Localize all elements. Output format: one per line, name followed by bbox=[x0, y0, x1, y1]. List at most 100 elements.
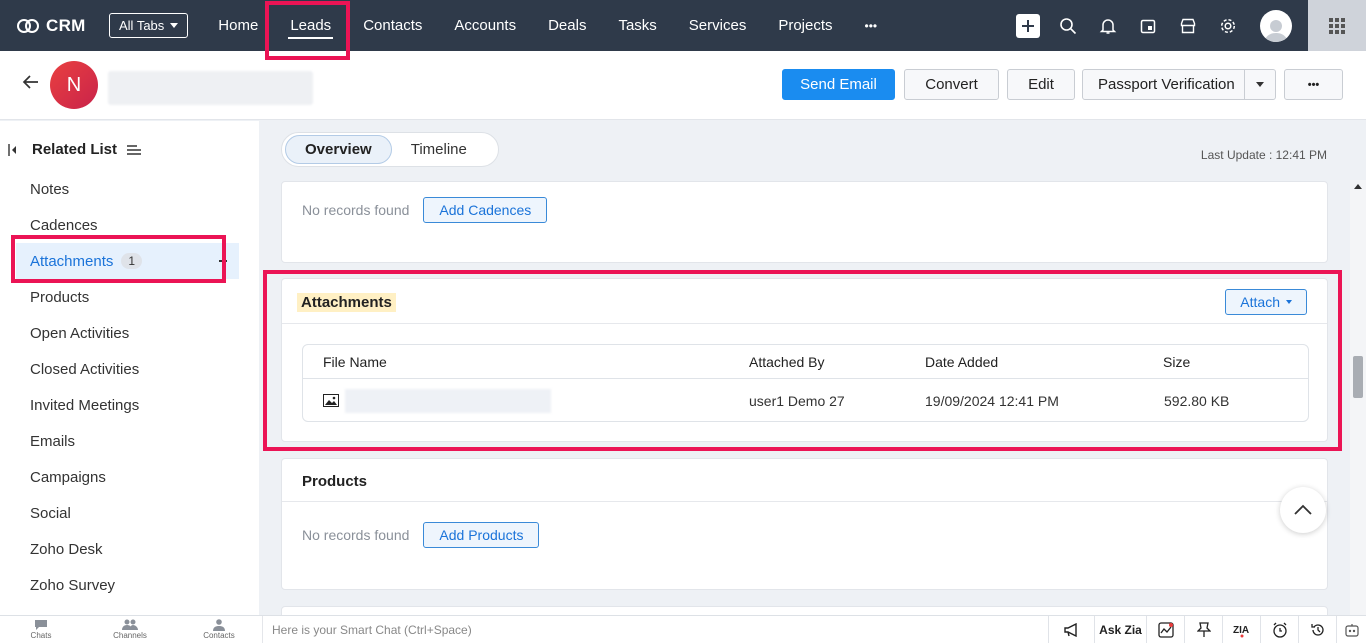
record-main-content: Overview Timeline Last Update : 12:41 PM… bbox=[259, 121, 1350, 626]
store-icon bbox=[1180, 18, 1196, 33]
tab-deals[interactable]: Deals bbox=[532, 0, 602, 51]
cadences-empty-state: No records found Add Cadences bbox=[302, 197, 548, 223]
chats-button[interactable]: Chats bbox=[16, 619, 66, 640]
column-file-name[interactable]: File Name bbox=[323, 345, 387, 378]
sidebar-item-cadences[interactable]: Cadences bbox=[0, 207, 259, 243]
attach-dropdown-button[interactable]: Attach bbox=[1225, 289, 1307, 315]
crm-logo[interactable]: CRM bbox=[16, 16, 106, 36]
app-name: CRM bbox=[46, 15, 86, 35]
all-tabs-label: All Tabs bbox=[119, 18, 165, 33]
apps-grid-button[interactable] bbox=[1308, 0, 1366, 51]
recent-items-button[interactable] bbox=[1298, 616, 1336, 643]
column-date-added[interactable]: Date Added bbox=[925, 345, 998, 378]
last-update-text: Last Update : 12:41 PM bbox=[1200, 148, 1327, 162]
chats-label: Chats bbox=[30, 631, 52, 640]
pin-button[interactable] bbox=[1184, 616, 1222, 643]
add-cadences-button[interactable]: Add Cadences bbox=[423, 197, 548, 223]
record-header: N Send Email Convert Edit Passport Verif… bbox=[0, 51, 1366, 120]
bottom-tools: Ask Zia ZIA bbox=[1048, 616, 1366, 643]
user-icon bbox=[1264, 19, 1288, 42]
smart-chat-input[interactable]: Here is your Smart Chat (Ctrl+Space) bbox=[262, 616, 982, 643]
tab-leads[interactable]: Leads bbox=[274, 0, 347, 51]
column-size[interactable]: Size bbox=[1163, 345, 1190, 378]
file-name-redacted[interactable] bbox=[345, 388, 551, 413]
more-actions-button[interactable]: ••• bbox=[1284, 69, 1343, 100]
sidebar-item-invited-meetings[interactable]: Invited Meetings bbox=[0, 387, 259, 423]
tab-services[interactable]: Services bbox=[673, 0, 763, 51]
sidebar-item-products[interactable]: Products bbox=[0, 279, 259, 315]
grid-icon bbox=[1329, 17, 1345, 34]
chevron-down-icon bbox=[1286, 300, 1292, 304]
edit-button[interactable]: Edit bbox=[1007, 69, 1075, 100]
attachments-table: File Name Attached By Date Added Size us… bbox=[302, 344, 1309, 422]
create-button[interactable] bbox=[1008, 0, 1048, 51]
reminders-button[interactable] bbox=[1260, 616, 1298, 643]
megaphone-icon bbox=[1063, 623, 1077, 637]
add-products-button[interactable]: Add Products bbox=[423, 522, 540, 548]
plus-icon bbox=[1016, 13, 1040, 38]
ask-zia-button[interactable]: Ask Zia bbox=[1094, 616, 1146, 643]
zia-icon: ZIA bbox=[1233, 625, 1249, 638]
marketplace-button[interactable] bbox=[1168, 0, 1208, 51]
tab-contacts[interactable]: Contacts bbox=[347, 0, 438, 51]
sidebar-item-zoho-desk[interactable]: Zoho Desk bbox=[0, 531, 259, 567]
alarm-clock-icon bbox=[1272, 622, 1287, 638]
scroll-up-arrow-icon[interactable] bbox=[1354, 184, 1362, 189]
view-switcher: Overview Timeline bbox=[281, 132, 499, 167]
all-tabs-dropdown[interactable]: All Tabs bbox=[109, 13, 189, 38]
main-scrollbar[interactable] bbox=[1350, 180, 1366, 615]
calendar-button[interactable] bbox=[1128, 0, 1168, 51]
contacts-label: Contacts bbox=[203, 631, 235, 640]
search-button[interactable] bbox=[1048, 0, 1088, 51]
passport-verification-button[interactable]: Passport Verification bbox=[1082, 69, 1276, 100]
sidebar-item-social[interactable]: Social bbox=[0, 495, 259, 531]
table-row[interactable]: user1 Demo 27 19/09/2024 12:41 PM 592.80… bbox=[303, 379, 1308, 422]
channels-button[interactable]: Channels bbox=[105, 619, 155, 640]
related-list-header: Related List bbox=[8, 141, 142, 158]
tab-tasks[interactable]: Tasks bbox=[602, 0, 672, 51]
user-avatar[interactable] bbox=[1260, 9, 1292, 42]
sort-list-icon[interactable] bbox=[127, 144, 142, 156]
collapse-sidebar-icon[interactable] bbox=[8, 143, 18, 157]
sidebar-item-closed-activities[interactable]: Closed Activities bbox=[0, 351, 259, 387]
back-button[interactable] bbox=[22, 73, 40, 94]
related-list-title: Related List bbox=[32, 141, 118, 158]
size-cell: 592.80 KB bbox=[1164, 392, 1230, 409]
scroll-thumb[interactable] bbox=[1353, 356, 1363, 398]
nav-actions bbox=[1008, 0, 1366, 51]
scroll-to-top-button[interactable] bbox=[1280, 487, 1326, 533]
settings-button[interactable] bbox=[1208, 0, 1248, 51]
drag-handle[interactable] bbox=[219, 260, 227, 262]
products-header: Products bbox=[282, 459, 1327, 502]
no-records-text: No records found bbox=[302, 202, 410, 218]
convert-button[interactable]: Convert bbox=[904, 69, 999, 100]
file-name-cell[interactable] bbox=[323, 379, 551, 422]
contacts-button[interactable]: Contacts bbox=[194, 619, 244, 640]
zia-button[interactable]: ZIA bbox=[1222, 616, 1260, 643]
more-tabs-button[interactable]: ••• bbox=[849, 0, 894, 51]
history-icon bbox=[1310, 624, 1324, 636]
tab-timeline[interactable]: Timeline bbox=[392, 135, 486, 164]
attach-label: Attach bbox=[1240, 294, 1280, 310]
calendar-icon bbox=[1140, 19, 1156, 33]
sidebar-item-zoho-survey[interactable]: Zoho Survey bbox=[0, 567, 259, 603]
sidebar-item-notes[interactable]: Notes bbox=[0, 171, 259, 207]
send-email-button[interactable]: Send Email bbox=[782, 69, 895, 100]
sidebar-item-attachments[interactable]: Attachments 1 bbox=[16, 243, 239, 279]
feedback-button[interactable] bbox=[1336, 616, 1366, 643]
tab-home[interactable]: Home bbox=[202, 0, 274, 51]
sidebar-item-open-activities[interactable]: Open Activities bbox=[0, 315, 259, 351]
column-attached-by[interactable]: Attached By bbox=[749, 345, 825, 378]
tab-accounts[interactable]: Accounts bbox=[438, 0, 532, 51]
record-avatar[interactable]: N bbox=[50, 61, 98, 109]
tab-overview[interactable]: Overview bbox=[285, 135, 392, 164]
sidebar-item-emails[interactable]: Emails bbox=[0, 423, 259, 459]
announcements-button[interactable] bbox=[1048, 616, 1094, 643]
tab-projects[interactable]: Projects bbox=[762, 0, 848, 51]
notifications-button[interactable] bbox=[1088, 0, 1128, 51]
crm-logo-icon bbox=[17, 18, 39, 33]
image-file-icon bbox=[323, 394, 339, 407]
passport-dropdown-toggle[interactable] bbox=[1244, 70, 1275, 99]
sidebar-item-campaigns[interactable]: Campaigns bbox=[0, 459, 259, 495]
analytics-button[interactable] bbox=[1146, 616, 1184, 643]
